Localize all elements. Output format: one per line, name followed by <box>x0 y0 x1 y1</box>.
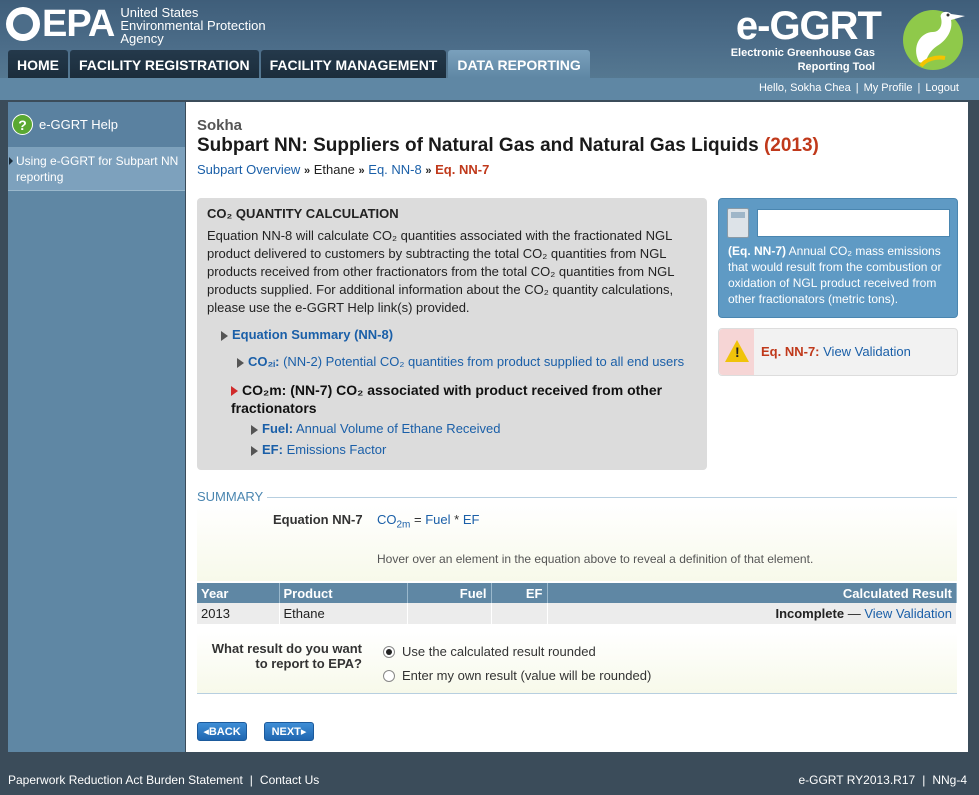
col-year: Year <box>197 583 280 603</box>
calculator-icon <box>727 208 749 238</box>
cell-product: Ethane <box>279 603 408 624</box>
calc-description: Equation NN-8 will calculate CO₂ quantit… <box>207 228 674 315</box>
equation-item-ef[interactable]: EF: Emissions Factor <box>251 442 386 457</box>
result-description: (Eq. NN-7) Annual CO₂ mass emissions tha… <box>728 244 942 306</box>
back-button[interactable]: ◂BACK <box>197 722 247 741</box>
footer-links: Paperwork Reduction Act Burden Statement… <box>8 773 320 787</box>
breadcrumb: Subpart Overview » Ethane » Eq. NN-8 » E… <box>197 162 490 177</box>
summary-area: Equation NN-7 CO2m = Fuel * EF Hover ove… <box>197 505 957 581</box>
epa-agency-name: United States Environmental Protection A… <box>120 4 266 46</box>
option-enter-own[interactable]: Enter my own result (value will be round… <box>383 668 651 683</box>
epa-wordmark: EPA <box>42 3 115 45</box>
col-ef: EF <box>491 583 548 603</box>
header: EPA United States Environmental Protecti… <box>0 0 979 78</box>
paperwork-link[interactable]: Paperwork Reduction Act Burden Statement <box>8 773 243 787</box>
epa-seal-icon <box>6 7 40 41</box>
sidebar-item-help-subpart-nn[interactable]: Using e-GGRT for Subpart NN reporting <box>8 148 185 191</box>
main-nav: HOME FACILITY REGISTRATION FACILITY MANA… <box>8 50 592 78</box>
table-row: 2013 Ethane Incomplete — View Validation <box>197 603 957 624</box>
help-title: e-GGRT Help <box>39 117 118 132</box>
summary-divider <box>197 497 957 498</box>
next-button[interactable]: NEXT▸ <box>264 722 314 741</box>
contact-link[interactable]: Contact Us <box>260 773 319 787</box>
facility-name: Sokha <box>197 117 243 134</box>
footer: Paperwork Reduction Act Burden Statement… <box>0 765 979 795</box>
my-profile-link[interactable]: My Profile <box>864 82 913 94</box>
egg-logo: e-GGRT Electronic Greenhouse Gas Reporti… <box>727 2 967 76</box>
validation-message: Eq. NN-7: View Validation <box>761 344 911 359</box>
page-id: NNg-4 <box>932 773 967 787</box>
egg-subtitle: Electronic Greenhouse Gas Reporting Tool <box>730 47 875 73</box>
expand-arrow-icon <box>251 424 258 435</box>
main-content: Sokha Subpart NN: Suppliers of Natural G… <box>186 102 968 752</box>
equation-summary-link[interactable]: Equation Summary (NN-8) <box>221 327 393 342</box>
epa-logo[interactable]: EPA United States Environmental Protecti… <box>6 2 266 46</box>
footer-version: e-GGRT RY2013.R17 | NNg-4 <box>798 773 967 787</box>
hover-note: Hover over an element in the equation ab… <box>377 552 814 566</box>
tab-facility-management[interactable]: FACILITY MANAGEMENT <box>260 50 447 78</box>
equation-formula[interactable]: CO2m = Fuel * EF <box>377 512 479 531</box>
view-validation-link[interactable]: View Validation <box>823 344 911 359</box>
egg-title: e-GGRT <box>735 4 882 48</box>
view-validation-link[interactable]: View Validation <box>864 606 952 621</box>
expand-arrow-icon <box>221 330 228 341</box>
reporting-year: (2013) <box>763 135 819 156</box>
user-links: Hello, Sokha Chea | My Profile | Logout <box>758 82 959 94</box>
page-title: Subpart NN: Suppliers of Natural Gas and… <box>197 135 819 156</box>
warning-strip: ! <box>719 329 754 375</box>
greeting: Hello, Sokha Chea <box>758 82 851 94</box>
radio-selected-icon[interactable] <box>383 645 395 658</box>
breadcrumb-current: Eq. NN-7 <box>435 162 490 177</box>
egret-icon <box>903 10 965 70</box>
equation-item-fuel[interactable]: Fuel: Annual Volume of Ethane Received <box>251 421 501 436</box>
sidebar: ? e-GGRT Help Using e-GGRT for Subpart N… <box>8 102 185 752</box>
result-table: Year Product Fuel EF Calculated Result 2… <box>197 583 957 624</box>
cell-year: 2013 <box>197 603 280 624</box>
expand-arrow-icon <box>237 357 244 368</box>
help-header: ? e-GGRT Help <box>8 102 185 148</box>
tab-home[interactable]: HOME <box>8 50 68 78</box>
equation-label: Equation NN-7 <box>273 512 363 527</box>
cell-ef <box>491 603 548 624</box>
validation-panel: ! Eq. NN-7: View Validation <box>718 328 958 376</box>
report-question: What result do you want to report to EPA… <box>211 641 362 671</box>
cell-result: Incomplete — View Validation <box>547 603 957 624</box>
user-bar: Hello, Sokha Chea | My Profile | Logout <box>0 78 979 100</box>
tab-facility-registration[interactable]: FACILITY REGISTRATION <box>70 50 259 78</box>
logout-link[interactable]: Logout <box>925 82 959 94</box>
calculation-panel: CO₂ QUANTITY CALCULATION Equation NN-8 w… <box>197 198 707 470</box>
tab-data-reporting[interactable]: DATA REPORTING <box>448 50 590 78</box>
cell-fuel <box>407 603 492 624</box>
breadcrumb-subpart-overview[interactable]: Subpart Overview <box>197 162 300 177</box>
calc-heading: CO₂ QUANTITY CALCULATION <box>207 206 399 221</box>
warning-mark: ! <box>735 344 740 360</box>
radio-icon[interactable] <box>383 669 395 682</box>
table-header-row: Year Product Fuel EF Calculated Result <box>197 583 957 603</box>
result-info-panel: (Eq. NN-7) Annual CO₂ mass emissions tha… <box>718 198 958 318</box>
option-use-calculated[interactable]: Use the calculated result rounded <box>383 644 596 659</box>
breadcrumb-ethane: Ethane <box>313 162 355 177</box>
col-product: Product <box>279 583 408 603</box>
summary-heading: SUMMARY <box>197 489 268 504</box>
breadcrumb-eq-nn8[interactable]: Eq. NN-8 <box>368 162 421 177</box>
expand-arrow-icon <box>251 445 258 456</box>
equation-item-co2m: CO₂m: (NN-7) CO₂ associated with product… <box>231 382 663 416</box>
help-icon: ? <box>12 114 33 135</box>
result-display-field <box>757 209 950 237</box>
current-arrow-icon <box>231 386 238 397</box>
report-choice: What result do you want to report to EPA… <box>197 632 957 694</box>
col-fuel: Fuel <box>407 583 492 603</box>
equation-item-co2i[interactable]: CO₂ᵢ: (NN-2) Potential CO₂ quantities fr… <box>237 354 684 369</box>
col-calculated-result: Calculated Result <box>547 583 957 603</box>
version: e-GGRT RY2013.R17 <box>798 773 916 787</box>
